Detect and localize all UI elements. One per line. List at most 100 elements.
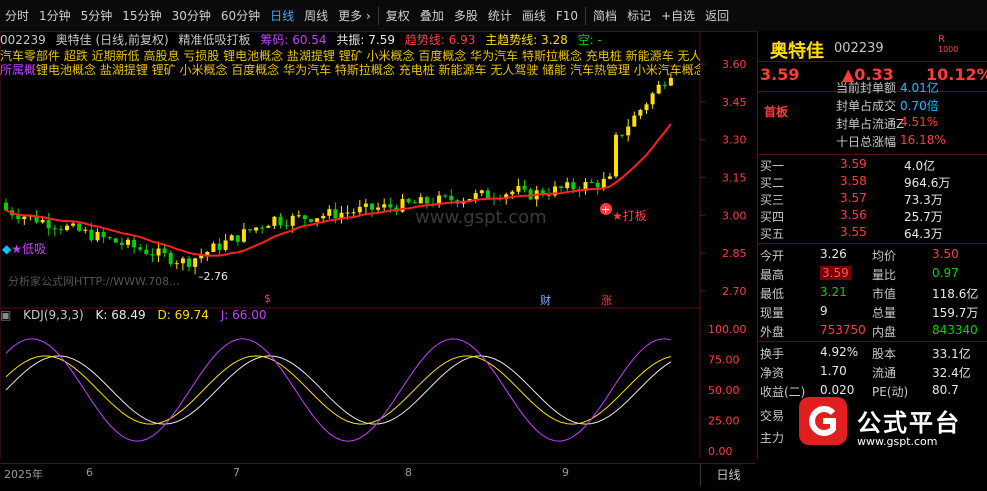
empty-value: 空: - xyxy=(577,33,602,47)
candle-body xyxy=(278,216,283,226)
logo-url: www.gspt.com xyxy=(857,435,938,448)
toolbar-item[interactable]: 复权 xyxy=(381,6,415,26)
bid-vol: 4.0亿 xyxy=(904,159,936,173)
toolbar-item[interactable]: 标记 xyxy=(622,6,656,26)
quote-v2: 118.6亿 xyxy=(932,287,979,301)
bid-label: 买五 xyxy=(760,227,785,241)
candle-body xyxy=(363,203,368,207)
toolbar-item[interactable]: 分时 xyxy=(0,6,34,26)
kdj-info-line: ▣ KDJ(9,3,3) K: 68.49 D: 69.74 J: 66.00 xyxy=(0,308,275,324)
candle-body xyxy=(638,109,643,116)
candle-body xyxy=(333,209,338,219)
candle-body xyxy=(388,204,393,208)
candle-body xyxy=(95,231,100,241)
price-tick-label: 3.45 xyxy=(722,96,747,109)
toolbar-item[interactable]: 30分钟 xyxy=(167,6,216,26)
candle-body xyxy=(290,215,295,226)
candle-body xyxy=(71,223,76,226)
time-axis: 2025年 6 7 8 9 xyxy=(0,463,755,491)
toolbar-item[interactable]: 简档 xyxy=(588,6,622,26)
concept-row-2-text: 锂电池概念 盐湖提锂 锂矿 小米概念 百度概念 华为汽车 特斯拉概念 充电桩 新… xyxy=(36,63,700,77)
quote-stock-code: 002239 xyxy=(834,41,884,56)
candle-body xyxy=(65,225,69,231)
board-label: 首板 xyxy=(764,105,789,119)
candle-body xyxy=(132,239,137,248)
toolbar-item[interactable]: 周线 xyxy=(299,6,333,26)
candle-body xyxy=(174,263,179,265)
bid-vol: 964.6万 xyxy=(904,176,951,190)
toolbar-item[interactable]: 1分钟 xyxy=(34,6,76,26)
candle-body xyxy=(473,193,478,200)
quote-l2: 总量 xyxy=(872,306,897,320)
candle-body xyxy=(180,258,185,264)
stat-value: 4.51% xyxy=(900,115,939,129)
toolbar-item[interactable]: 叠加 xyxy=(415,6,449,26)
toolbar-item[interactable]: 日线 xyxy=(265,6,299,26)
toolbar-item[interactable]: 更多 › xyxy=(333,6,376,26)
divider xyxy=(758,61,987,62)
toolbar-item[interactable]: +自选 xyxy=(656,6,700,26)
price-tick-label: 3.30 xyxy=(722,134,747,147)
candle-body xyxy=(424,197,429,204)
candle-body xyxy=(571,182,576,190)
indicator-name[interactable]: 精准低吸打板 xyxy=(179,33,251,47)
kdj-j-value: J: 66.00 xyxy=(220,308,267,322)
candle-body xyxy=(321,215,326,219)
candle-body xyxy=(656,84,661,94)
r-badge: R 1000 xyxy=(938,34,959,55)
candle-body xyxy=(522,185,527,190)
bid-vol: 73.3万 xyxy=(904,193,943,207)
time-label: 8 xyxy=(405,466,412,479)
candle-body xyxy=(376,207,381,210)
toolbar-item[interactable]: 60分钟 xyxy=(216,6,265,26)
chart-area[interactable]: 3.60 3.45 3.30 3.15 3.00 2.85 2.70 100.00 75.00 5… xyxy=(0,31,755,486)
quote-v1: 3.26 xyxy=(820,247,847,261)
toolbar-item[interactable]: 返回 xyxy=(700,6,734,26)
quote-v2: 159.7万 xyxy=(932,306,979,320)
quote-l2: 内盘 xyxy=(872,325,897,339)
toolbar-item[interactable]: 画线 xyxy=(517,6,551,26)
marker-cai: 财 xyxy=(540,294,551,307)
site-logo: 公式平台 www.gspt.com xyxy=(795,385,985,455)
period-button[interactable]: 日线 xyxy=(700,464,756,486)
quote2-l2: 流通 xyxy=(872,366,897,380)
kdj-title[interactable]: KDJ(9,3,3) xyxy=(23,308,84,322)
toolbar-item[interactable]: 多股 xyxy=(449,6,483,26)
trend-line-value: 趋势线: 6.93 xyxy=(404,33,476,47)
candle-body xyxy=(382,204,387,208)
bid-vol: 64.3万 xyxy=(904,227,943,241)
quote2-l1: 换手 xyxy=(760,347,785,361)
candle-body xyxy=(89,229,94,241)
quote-l1: 现量 xyxy=(760,306,785,320)
quote-l2: 市值 xyxy=(872,287,897,301)
quote-l1: 最高 xyxy=(760,268,785,282)
candle-body xyxy=(40,220,45,223)
price-tick-label: 3.00 xyxy=(722,209,747,222)
candle-body xyxy=(266,225,271,228)
candle-body xyxy=(296,215,301,217)
kline-chart[interactable]: 3.60 3.45 3.30 3.15 3.00 2.85 2.70 100.00 75.00 5… xyxy=(0,31,755,459)
toolbar-item[interactable]: 5分钟 xyxy=(76,6,118,26)
quote-l1: 外盘 xyxy=(760,325,785,339)
candle-body xyxy=(119,242,124,245)
low-price-label: –2.76 xyxy=(198,270,228,283)
candle-body xyxy=(22,216,27,220)
candle-body xyxy=(662,84,667,86)
candle-body xyxy=(77,223,82,231)
candle-body xyxy=(235,235,240,242)
time-label: 9 xyxy=(562,466,569,479)
price-tick-label: 3.60 xyxy=(722,58,747,71)
candle-body xyxy=(546,194,551,196)
candle-body xyxy=(156,248,161,256)
candle-body xyxy=(345,212,350,214)
toolbar-item[interactable]: F10 xyxy=(551,6,583,26)
stat-label: 封单占成交 xyxy=(836,99,897,113)
toolbar-item[interactable]: 统计 xyxy=(483,6,517,26)
quote-v2: 843340 xyxy=(932,323,978,337)
kdj-line-k xyxy=(5,355,672,425)
stock-name: 奥特佳 xyxy=(55,33,92,47)
toolbar-item[interactable]: 15分钟 xyxy=(117,6,166,26)
candle-body xyxy=(516,185,521,192)
candle-body xyxy=(589,181,594,183)
candle-body xyxy=(284,225,289,227)
